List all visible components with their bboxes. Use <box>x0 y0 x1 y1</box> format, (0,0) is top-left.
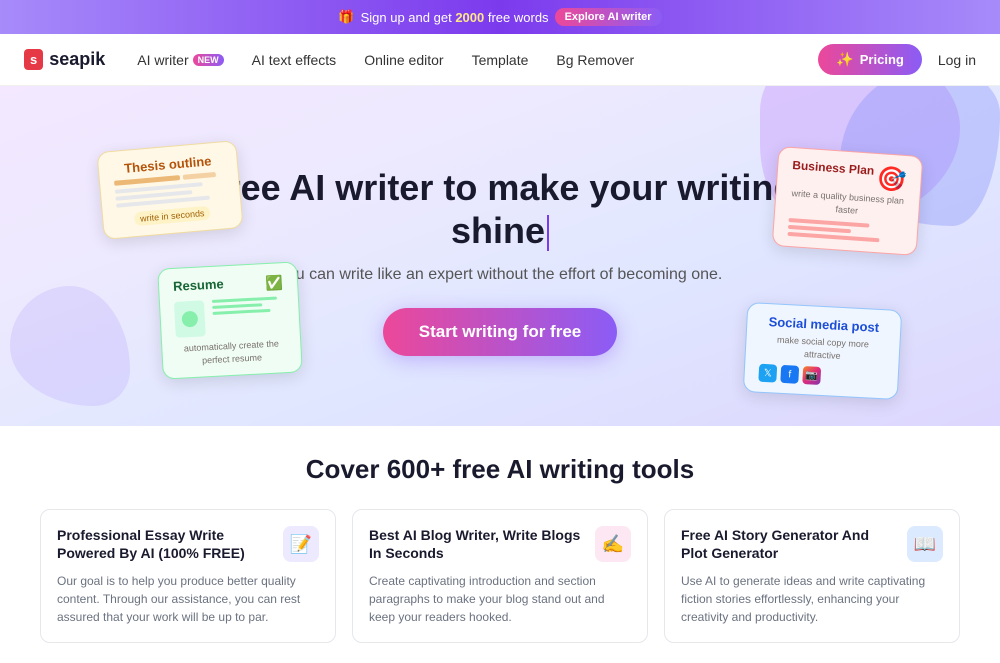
facebook-icon: f <box>780 365 799 384</box>
navbar: s seapik AI writer NEW AI text effects O… <box>0 34 1000 86</box>
tool-story-desc: Use AI to generate ideas and write capti… <box>681 572 943 626</box>
cursor <box>547 215 549 251</box>
essay-icon: 📝 <box>283 526 319 562</box>
tool-card-essay: Professional Essay Write Powered By AI (… <box>40 509 336 643</box>
resume-check-icon: ✅ <box>265 274 283 292</box>
nav-links: AI writer NEW AI text effects Online edi… <box>137 52 786 68</box>
nav-right: ✨ Pricing Log in <box>818 44 976 75</box>
card-business: Business Plan 🎯 write a quality business… <box>772 146 924 256</box>
resume-card-sub: automatically create the perfect resume <box>176 337 287 368</box>
nav-online-editor[interactable]: Online editor <box>364 52 443 68</box>
tool-blog-desc: Create captivating introduction and sect… <box>369 572 631 626</box>
social-icons: 𝕏 f 📷 <box>758 364 884 389</box>
new-badge: NEW <box>193 54 224 66</box>
top-banner: 🎁 Sign up and get 2000 free words Explor… <box>0 0 1000 34</box>
tools-cards: Professional Essay Write Powered By AI (… <box>40 509 960 643</box>
logo[interactable]: s seapik <box>24 49 105 70</box>
tool-card-header-story: Free AI Story Generator And Plot Generat… <box>681 526 943 562</box>
tool-card-header-blog: Best AI Blog Writer, Write Blogs In Seco… <box>369 526 631 562</box>
hero-section: Thesis outline write in seconds Business… <box>0 86 1000 426</box>
card-resume: Resume ✅ automatically create the perfec… <box>157 261 303 379</box>
card-social: Social media post make social copy more … <box>743 302 903 400</box>
banner-highlight: 2000 <box>455 10 484 25</box>
story-icon: 📖 <box>907 526 943 562</box>
nav-template[interactable]: Template <box>472 52 529 68</box>
twitter-icon: 𝕏 <box>758 364 777 383</box>
tools-section: Cover 600+ free AI writing tools Profess… <box>0 426 1000 663</box>
gift-icon: 🎁 <box>338 9 354 25</box>
tool-essay-desc: Our goal is to help you produce better q… <box>57 572 319 626</box>
start-writing-button[interactable]: Start writing for free <box>383 308 617 356</box>
hero-subtitle: You can write like an expert without the… <box>278 266 723 284</box>
instagram-icon: 📷 <box>802 366 821 385</box>
tool-blog-title: Best AI Blog Writer, Write Blogs In Seco… <box>369 526 595 562</box>
nav-bg-remover[interactable]: Bg Remover <box>556 52 634 68</box>
thesis-sub: write in seconds <box>134 206 211 227</box>
blog-icon: ✍️ <box>595 526 631 562</box>
nav-ai-text-effects[interactable]: AI text effects <box>252 52 337 68</box>
logo-text: seapik <box>49 49 105 70</box>
banner-text: Sign up and get 2000 free words <box>361 10 549 25</box>
bg-blob-3 <box>10 286 130 406</box>
tool-card-blog: Best AI Blog Writer, Write Blogs In Seco… <box>352 509 648 643</box>
tool-essay-title: Professional Essay Write Powered By AI (… <box>57 526 283 562</box>
pricing-button[interactable]: ✨ Pricing <box>818 44 922 75</box>
resume-card-title: Resume <box>173 276 224 294</box>
social-card-sub: make social copy more attractive <box>760 333 886 365</box>
tool-card-header-essay: Professional Essay Write Powered By AI (… <box>57 526 319 562</box>
explore-ai-writer-button[interactable]: Explore AI writer <box>555 8 662 26</box>
tool-card-story: Free AI Story Generator And Plot Generat… <box>664 509 960 643</box>
target-icon: 🎯 <box>876 164 908 195</box>
hero-title: Free AI writer to make your writing shin… <box>160 166 840 252</box>
login-link[interactable]: Log in <box>938 52 976 68</box>
tools-title: Cover 600+ free AI writing tools <box>40 454 960 485</box>
business-card-title: Business Plan <box>792 158 875 178</box>
tool-story-title: Free AI Story Generator And Plot Generat… <box>681 526 907 562</box>
nav-ai-writer[interactable]: AI writer NEW <box>137 52 223 68</box>
social-card-title: Social media post <box>761 314 887 336</box>
logo-box: s <box>24 49 43 70</box>
card-thesis: Thesis outline write in seconds <box>96 140 243 240</box>
